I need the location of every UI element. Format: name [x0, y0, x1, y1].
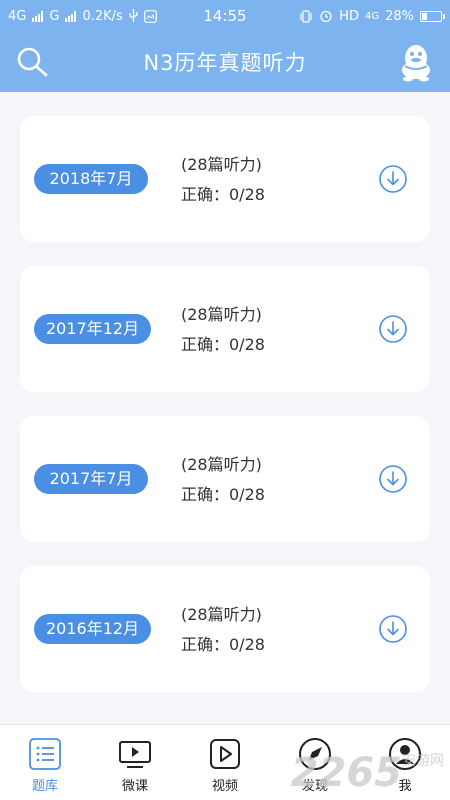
compass-icon	[299, 738, 331, 770]
nav-tab-me[interactable]: 我	[360, 725, 450, 800]
paper-score: 正确：0/28	[181, 335, 265, 354]
video-lesson-icon	[119, 741, 151, 768]
alarm-icon	[320, 10, 332, 23]
download-icon	[379, 315, 407, 343]
paper-score: 正确：0/28	[181, 185, 265, 204]
paper-info: (28篇听力) 正确：0/28	[181, 300, 265, 360]
paper-score: 正确：0/28	[181, 635, 265, 654]
paper-card[interactable]: 2017年12月 (28篇听力) 正确：0/28	[20, 266, 430, 392]
page-title: N3历年真题听力	[143, 51, 307, 75]
bottom-nav: 题库 微课 视频 发现 我	[0, 724, 450, 800]
nav-label: 发现	[301, 779, 328, 794]
network-speed: 0.2K/s	[82, 8, 123, 24]
usb-icon	[129, 9, 138, 22]
paper-info: (28篇听力) 正确：0/28	[181, 150, 265, 210]
download-button[interactable]	[378, 464, 408, 494]
paper-info: (28篇听力) 正确：0/28	[181, 450, 265, 510]
status-bar: 4G G 0.2K/s 14:55 HD 4G 28%	[0, 0, 450, 32]
download-icon	[379, 465, 407, 493]
signal-icon	[32, 10, 44, 22]
download-button[interactable]	[378, 314, 408, 344]
app-screen: 4G G 0.2K/s 14:55 HD 4G 28% N3历年真题听力 201…	[0, 0, 450, 800]
paper-info: (28篇听力) 正确：0/28	[181, 600, 265, 660]
qq-penguin-icon	[402, 45, 430, 82]
paper-card[interactable]: 2017年7月 (28篇听力) 正确：0/28	[20, 416, 430, 542]
nav-tab-video[interactable]: 视频	[180, 725, 270, 800]
paper-count: (28篇听力)	[181, 155, 262, 174]
paper-count: (28篇听力)	[181, 605, 262, 624]
paper-count: (28篇听力)	[181, 305, 262, 324]
signal-icon-2	[65, 10, 77, 22]
nav-tab-micro-lesson[interactable]: 微课	[90, 725, 180, 800]
status-left: 4G G 0.2K/s	[8, 9, 157, 24]
image-notification-icon	[143, 9, 157, 23]
qq-button[interactable]	[398, 42, 434, 82]
network-type-2: G	[49, 8, 60, 24]
network-type-3: 4G	[364, 10, 380, 22]
nav-label: 微课	[121, 779, 148, 794]
paper-list: 2018年7月 (28篇听力) 正确：0/28 2017年12月 (28篇听力)…	[0, 92, 450, 724]
list-icon	[29, 738, 61, 770]
paper-score: 正确：0/28	[181, 485, 265, 504]
download-button[interactable]	[378, 614, 408, 644]
vibrate-icon	[300, 9, 312, 23]
nav-tab-discover[interactable]: 发现	[270, 725, 360, 800]
download-button[interactable]	[378, 164, 408, 194]
paper-date-badge: 2018年7月	[34, 164, 148, 194]
paper-date-badge: 2016年12月	[34, 614, 152, 644]
paper-count: (28篇听力)	[181, 455, 262, 474]
hd-indicator: HD	[339, 8, 359, 24]
network-type-1: 4G	[8, 8, 27, 24]
paper-date-badge: 2017年7月	[34, 464, 148, 494]
nav-label: 我	[398, 779, 412, 794]
paper-card[interactable]: 2018年7月 (28篇听力) 正确：0/28	[20, 116, 430, 242]
nav-tab-question-bank[interactable]: 题库	[0, 725, 90, 800]
download-icon	[379, 165, 407, 193]
app-header: N3历年真题听力	[0, 32, 450, 92]
status-right: HD 4G 28%	[299, 8, 445, 24]
search-button[interactable]	[16, 46, 48, 78]
paper-card[interactable]: 2016年12月 (28篇听力) 正确：0/28	[20, 566, 430, 692]
battery-percent: 28%	[385, 8, 414, 24]
play-icon	[210, 739, 240, 769]
battery-icon	[420, 10, 445, 22]
paper-date-badge: 2017年12月	[34, 314, 152, 344]
nav-label: 视频	[211, 779, 238, 794]
download-icon	[379, 615, 407, 643]
user-icon	[389, 738, 421, 770]
nav-label: 题库	[31, 779, 58, 794]
search-icon	[17, 47, 48, 77]
